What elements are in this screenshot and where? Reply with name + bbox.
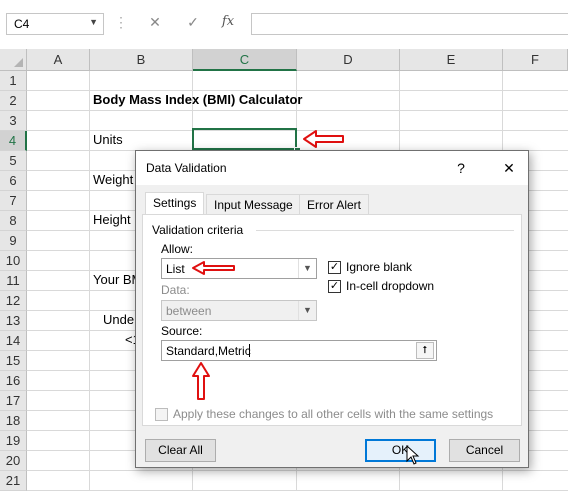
- cancel-button[interactable]: Cancel: [449, 439, 520, 462]
- allow-label: Allow:: [161, 242, 194, 256]
- row-header-12[interactable]: 12: [0, 291, 27, 311]
- chevron-down-icon[interactable]: ▼: [298, 259, 316, 278]
- row-header-13[interactable]: 13: [0, 311, 27, 331]
- row-header-4[interactable]: 4: [0, 131, 27, 151]
- tab-error-alert[interactable]: Error Alert: [299, 194, 370, 215]
- row-header-2[interactable]: 2: [0, 91, 27, 111]
- settings-panel: Validation criteria Allow: List ▼ ✓ Igno…: [142, 214, 522, 426]
- chevron-down-icon[interactable]: ▼: [89, 17, 98, 27]
- dialog-titlebar[interactable]: Data Validation ? ✕: [136, 151, 528, 185]
- apply-all-label: Apply these changes to all other cells w…: [173, 407, 494, 421]
- source-input[interactable]: Standard,Metric ⭡: [161, 340, 437, 361]
- annotation-arrow-left-icon: [192, 261, 235, 275]
- data-validation-dialog: Data Validation ? ✕ Settings Input Messa…: [135, 150, 529, 468]
- cell-b2-title[interactable]: Body Mass Index (BMI) Calculator: [93, 92, 302, 107]
- data-select-value: between: [166, 304, 212, 318]
- annotation-arrow-up-icon: [192, 362, 210, 400]
- divider: [256, 230, 514, 231]
- allow-select-value: List: [166, 262, 185, 276]
- cell-b13[interactable]: Under: [103, 312, 138, 327]
- collapse-dialog-icon[interactable]: ⭡: [416, 342, 434, 359]
- row-header-11[interactable]: 11: [0, 271, 27, 291]
- column-header-f[interactable]: F: [503, 49, 568, 71]
- row-header-18[interactable]: 18: [0, 411, 27, 431]
- row-header-17[interactable]: 17: [0, 391, 27, 411]
- gridline: [89, 71, 90, 491]
- row-header-10[interactable]: 10: [0, 251, 27, 271]
- name-box[interactable]: C4 ▼: [6, 13, 104, 35]
- insert-function-icon[interactable]: fx: [218, 14, 238, 34]
- column-header-a[interactable]: A: [27, 49, 90, 71]
- row-header-7[interactable]: 7: [0, 191, 27, 211]
- cancel-entry-icon[interactable]: ✕: [145, 14, 165, 34]
- validation-criteria-label: Validation criteria: [152, 223, 244, 237]
- annotation-arrow-left-icon: [303, 130, 344, 148]
- row-header-8[interactable]: 8: [0, 211, 27, 231]
- column-header-e[interactable]: E: [400, 49, 503, 71]
- ignore-blank-label: Ignore blank: [346, 260, 413, 274]
- tab-settings[interactable]: Settings: [145, 192, 205, 215]
- tab-input-message[interactable]: Input Message: [206, 194, 301, 215]
- row-header-20[interactable]: 20: [0, 451, 27, 471]
- cell-b6[interactable]: Weight: [93, 172, 133, 187]
- dialog-title: Data Validation: [146, 161, 227, 175]
- source-label: Source:: [161, 324, 203, 338]
- column-header-c[interactable]: C: [193, 49, 297, 71]
- row-header-15[interactable]: 15: [0, 351, 27, 371]
- formula-bar: C4 ▼ ⋮ ✕ ✓ fx: [0, 0, 568, 50]
- clear-all-button[interactable]: Clear All: [145, 439, 216, 462]
- row-header-1[interactable]: 1: [0, 71, 27, 91]
- data-select: between ▼: [161, 300, 317, 321]
- select-all-corner[interactable]: [0, 49, 27, 71]
- row-header-19[interactable]: 19: [0, 431, 27, 451]
- apply-all-checkbox: [155, 408, 168, 421]
- mouse-pointer-icon: [406, 445, 420, 465]
- cell-b8[interactable]: Height: [93, 212, 131, 227]
- formula-input[interactable]: [251, 13, 568, 35]
- text-caret: [249, 344, 250, 357]
- row-header-9[interactable]: 9: [0, 231, 27, 251]
- row-header-14[interactable]: 14: [0, 331, 27, 351]
- chevron-down-icon: ▼: [298, 301, 316, 320]
- row-header-5[interactable]: 5: [0, 151, 27, 171]
- row-header-21[interactable]: 21: [0, 471, 27, 491]
- data-label: Data:: [161, 283, 190, 297]
- column-header-b[interactable]: B: [90, 49, 193, 71]
- source-input-value: Standard,Metric: [166, 344, 251, 358]
- close-icon[interactable]: ✕: [498, 157, 520, 179]
- column-header-d[interactable]: D: [297, 49, 400, 71]
- row-header-16[interactable]: 16: [0, 371, 27, 391]
- allow-select[interactable]: List ▼: [161, 258, 317, 279]
- formula-bar-grip-icon: ⋮: [114, 14, 128, 30]
- selected-cell-c4[interactable]: [192, 128, 297, 150]
- ignore-blank-checkbox[interactable]: ✓: [328, 261, 341, 274]
- enter-entry-icon[interactable]: ✓: [183, 14, 203, 34]
- ok-button[interactable]: OK: [365, 439, 436, 462]
- name-box-value: C4: [14, 17, 30, 31]
- in-cell-dropdown-checkbox[interactable]: ✓: [328, 280, 341, 293]
- row-header-3[interactable]: 3: [0, 111, 27, 131]
- cell-b4[interactable]: Units: [93, 132, 123, 147]
- in-cell-dropdown-label: In-cell dropdown: [346, 279, 435, 293]
- help-button[interactable]: ?: [450, 157, 472, 179]
- row-header-6[interactable]: 6: [0, 171, 27, 191]
